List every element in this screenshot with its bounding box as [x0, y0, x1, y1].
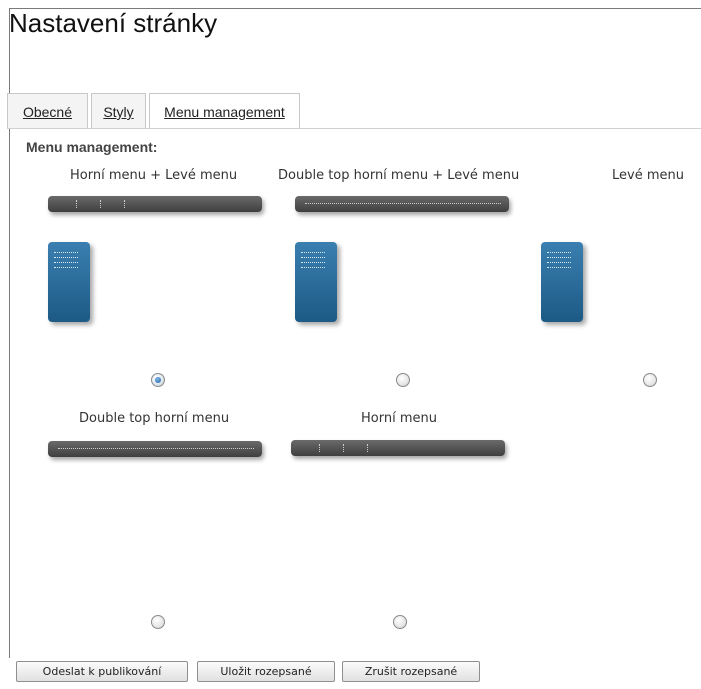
cancel-draft-button[interactable]: Zrušit rozepsané	[342, 661, 480, 682]
option-label: Levé menu	[612, 168, 684, 183]
option-radio-double-top-leve[interactable]	[396, 373, 410, 387]
tab-divider	[7, 128, 147, 129]
tab-menu-management[interactable]: Menu management	[149, 93, 300, 129]
double-top-menu-preview	[295, 196, 509, 212]
double-top-menu-preview	[48, 441, 262, 457]
side-menu-preview	[541, 242, 583, 322]
option-radio-double-top[interactable]	[151, 615, 165, 629]
page-title: Nastavení stránky	[9, 8, 218, 38]
tab-divider	[146, 128, 701, 129]
option-radio-horni-leve[interactable]	[151, 373, 165, 387]
save-draft-button[interactable]: Uložit rozepsané	[197, 661, 335, 682]
option-label: Double top horní menu + Levé menu	[278, 168, 520, 183]
publish-button[interactable]: Odeslat k publikování	[16, 661, 188, 682]
option-radio-horni[interactable]	[393, 615, 407, 629]
option-radio-leve[interactable]	[643, 373, 657, 387]
tab-styly[interactable]: Styly	[91, 93, 146, 128]
option-label: Horní menu + Levé menu	[70, 168, 238, 183]
top-menu-preview	[48, 196, 262, 212]
side-menu-preview	[48, 242, 90, 322]
top-menu-preview	[291, 440, 505, 456]
side-menu-preview	[295, 242, 337, 322]
tab-obecne[interactable]: Obecné	[7, 93, 88, 128]
section-label: Menu management:	[26, 139, 158, 155]
option-label: Double top horní menu	[79, 411, 230, 426]
option-label: Horní menu	[361, 411, 437, 426]
